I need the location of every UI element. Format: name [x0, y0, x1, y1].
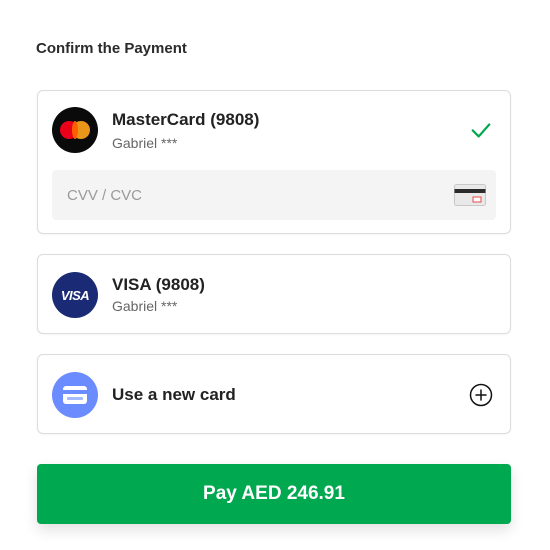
card-name: VISA (9808): [112, 275, 205, 294]
page-title: Confirm the Payment: [36, 40, 187, 57]
card-back-cvv-icon: [454, 184, 486, 206]
credit-card-icon: [52, 372, 98, 418]
card-holder: Gabriel ***: [112, 298, 178, 314]
saved-card-mastercard[interactable]: MasterCard (9808) Gabriel ***: [37, 90, 511, 234]
check-icon: [471, 123, 491, 138]
card-name: MasterCard (9808): [112, 110, 260, 129]
cvv-input[interactable]: [52, 170, 432, 220]
plus-circle-icon[interactable]: [469, 383, 493, 407]
mastercard-logo-icon: [52, 107, 98, 153]
saved-card-visa[interactable]: VISA VISA (9808) Gabriel ***: [37, 254, 511, 334]
use-new-card-option[interactable]: Use a new card: [37, 354, 511, 434]
visa-logo-icon: VISA: [52, 272, 98, 318]
pay-button[interactable]: Pay AED 246.91: [37, 464, 511, 524]
card-holder: Gabriel ***: [112, 135, 178, 151]
cvv-field: [52, 170, 496, 220]
use-new-card-label: Use a new card: [112, 385, 236, 404]
